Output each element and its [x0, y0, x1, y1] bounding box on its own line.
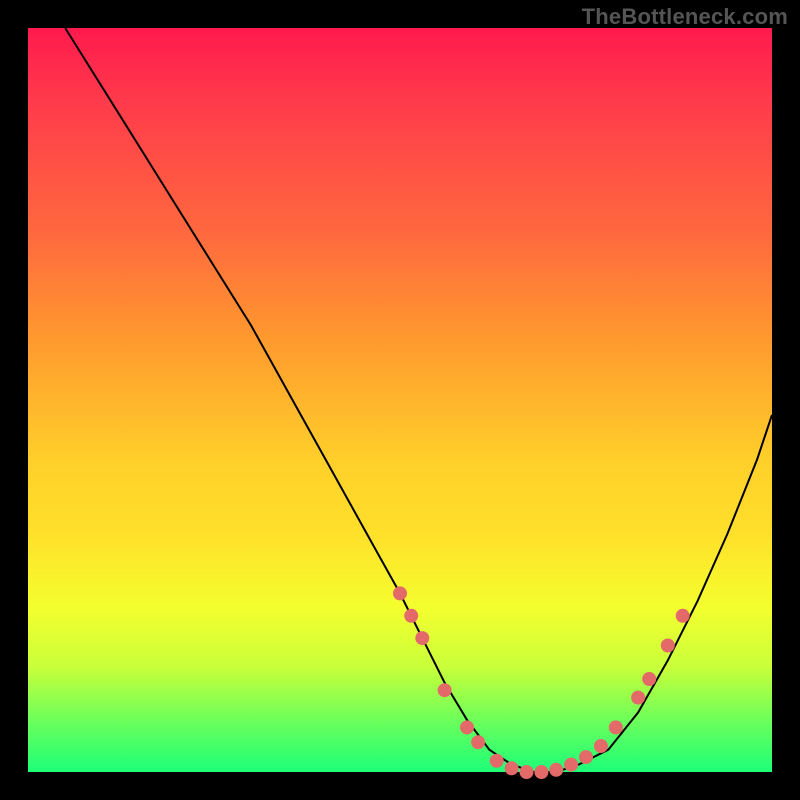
- marker-dot: [505, 761, 519, 775]
- marker-dot: [642, 672, 656, 686]
- marker-dot: [534, 765, 548, 779]
- bottleneck-curve: [65, 28, 772, 772]
- marker-dot: [471, 735, 485, 749]
- watermark-text: TheBottleneck.com: [582, 4, 788, 30]
- marker-dot: [609, 720, 623, 734]
- marker-dot: [490, 754, 504, 768]
- marker-dot: [564, 758, 578, 772]
- marker-dot: [676, 609, 690, 623]
- plot-area: [28, 28, 772, 772]
- curve-svg: [28, 28, 772, 772]
- marker-dot: [579, 750, 593, 764]
- outer-frame: TheBottleneck.com: [0, 0, 800, 800]
- marker-dot: [661, 639, 675, 653]
- marker-dot: [393, 586, 407, 600]
- marker-dot: [415, 631, 429, 645]
- marker-dot: [460, 720, 474, 734]
- marker-dot: [404, 609, 418, 623]
- marker-dot: [594, 739, 608, 753]
- marker-dot: [549, 763, 563, 777]
- marker-dot: [438, 683, 452, 697]
- marker-dot: [631, 691, 645, 705]
- marker-group: [393, 586, 690, 779]
- marker-dot: [520, 765, 534, 779]
